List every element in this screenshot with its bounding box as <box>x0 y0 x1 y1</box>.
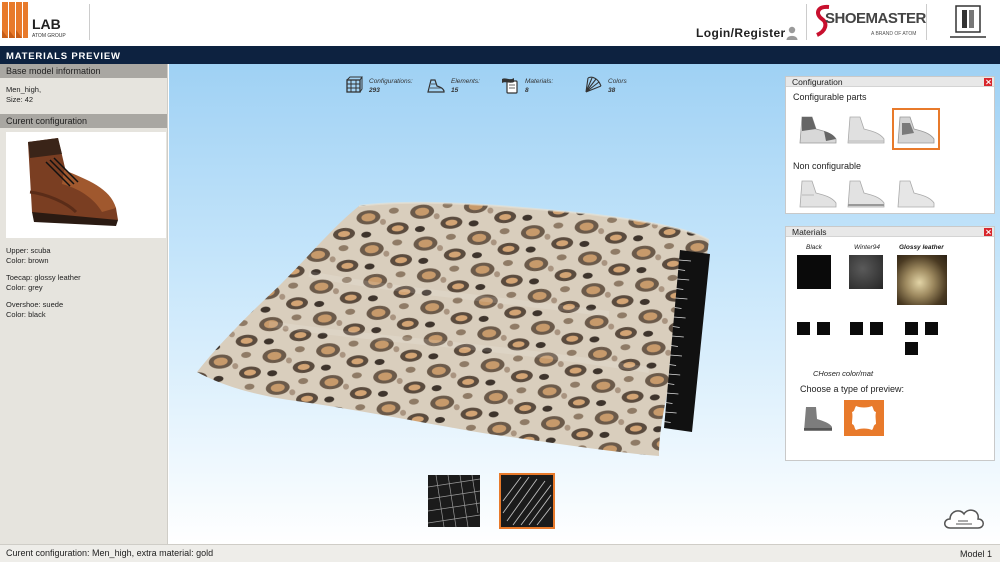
boot-image <box>28 138 118 226</box>
stat-label: Materials: <box>525 78 554 85</box>
configuration-panel-header: Configuration <box>786 77 994 87</box>
shoe-part-toecap-thumb[interactable] <box>844 111 888 147</box>
ruler-scale <box>664 250 710 432</box>
config-item-color: Color: grey <box>6 283 43 292</box>
config-list: Upper: scuba Color: brown Toecap: glossy… <box>0 246 167 320</box>
config-item: Upper: scuba Color: brown <box>0 246 167 266</box>
leather-hide-icon[interactable] <box>846 402 882 434</box>
config-item-part: Upper: scuba <box>6 246 51 255</box>
shoe-part-fixed-thumb <box>799 180 837 208</box>
config-item: Toecap: glossy leather Color: grey <box>0 273 167 293</box>
atom-logo-icon <box>2 2 28 38</box>
configurable-parts-label: Configurable parts <box>793 92 867 102</box>
config-item-color: Color: brown <box>6 256 49 265</box>
model-name: Men_high, <box>6 85 42 94</box>
color-swatch[interactable] <box>905 322 918 335</box>
shoe-preview-image[interactable] <box>6 132 166 238</box>
swatch-label: Winter94 <box>854 244 880 251</box>
material-swatch-winter94[interactable] <box>849 255 883 289</box>
preview-type-label: Choose a type of preview: <box>800 384 905 394</box>
swatch-label: Black <box>806 244 822 251</box>
status-model-label: Model 1 <box>959 549 992 559</box>
stat-label: Colors <box>608 78 627 85</box>
shoe-part-fixed-thumb <box>897 180 935 208</box>
color-swatch[interactable] <box>905 342 918 355</box>
page-title: MATERIALS PREVIEW <box>6 51 121 62</box>
close-icon[interactable] <box>984 228 992 236</box>
stat-value: 38 <box>608 87 616 94</box>
cloud-icon[interactable] <box>940 502 988 534</box>
config-item: Overshoe: suede Color: black <box>0 300 167 320</box>
boot-preview-icon[interactable] <box>800 403 834 433</box>
status-current-config: Curent configuration: Men_high, extra ma… <box>6 548 214 558</box>
config-item-part: Overshoe: suede <box>6 300 64 309</box>
shoe-part-overshoe-thumb[interactable] <box>894 111 938 147</box>
base-model-header: Base model information <box>0 64 167 78</box>
left-info-panel: Base model information Men_high, Size: 4… <box>0 64 168 544</box>
texture-swatch-stripes[interactable] <box>499 473 555 529</box>
swatch-label: Glossy leather <box>899 244 944 251</box>
materials-panel-title: Materials <box>792 227 827 237</box>
logo-lab-text: LAB <box>32 16 61 32</box>
shoe-elements-icon <box>427 79 445 93</box>
color-swatch[interactable] <box>925 322 938 335</box>
stat-value: 293 <box>369 87 380 94</box>
user-icon[interactable] <box>786 26 798 40</box>
status-bar: Curent configuration: Men_high, extra ma… <box>0 544 1000 562</box>
config-item-color: Color: black <box>6 310 46 319</box>
configurations-icon <box>346 76 363 93</box>
header-divider <box>89 4 90 40</box>
current-config-header: Curent configuration <box>0 114 167 128</box>
color-swatch[interactable] <box>850 322 863 335</box>
colors-fan-icon <box>585 76 602 93</box>
login-register-link[interactable]: Login/Register <box>696 26 786 40</box>
stat-label: Configurations: <box>369 78 413 85</box>
model-size: Size: 42 <box>6 95 34 104</box>
material-swatch-glossy-leather[interactable] <box>897 255 947 305</box>
header-divider <box>806 4 807 40</box>
shoe-part-fixed-thumb <box>847 180 885 208</box>
color-swatch[interactable] <box>797 322 810 335</box>
shoemaster-sub-text: A BRAND OF ATOM <box>871 31 917 37</box>
config-item-part: Toecap: glossy leather <box>6 273 81 282</box>
stripes-texture-icon <box>499 473 555 529</box>
material-swatch-black[interactable] <box>797 255 831 289</box>
color-swatch[interactable] <box>870 322 883 335</box>
materials-icon <box>502 78 518 94</box>
materials-panel-header: Materials <box>786 227 994 237</box>
logo-sub-text: ATOM GROUP <box>32 33 66 39</box>
non-configurable-label: Non configurable <box>793 161 862 171</box>
configuration-panel: Configuration Configurable parts Non con… <box>785 76 995 214</box>
shoemaster-logo[interactable]: SHOEMASTER A BRAND OF ATOM <box>813 4 926 40</box>
atom-lab-logo[interactable]: LAB ATOM GROUP <box>2 2 88 42</box>
stat-value: 15 <box>451 87 459 94</box>
partner-logo-icon <box>950 5 986 38</box>
header-divider <box>926 4 927 40</box>
shoe-part-upper-thumb[interactable] <box>796 111 840 147</box>
close-icon[interactable] <box>984 78 992 86</box>
stat-label: Elements: <box>451 78 480 85</box>
chosen-color-label: CHosen color/mat <box>813 369 874 378</box>
stat-value: 8 <box>525 87 529 94</box>
shoemaster-text: SHOEMASTER <box>825 10 926 27</box>
page-title-bar: MATERIALS PREVIEW <box>0 46 1000 64</box>
grid-texture-icon <box>427 474 481 528</box>
materials-panel: Materials Black Winter94 Glossy leather … <box>785 226 995 461</box>
texture-swatch-grid[interactable] <box>426 473 482 529</box>
configuration-panel-title: Configuration <box>792 77 843 87</box>
app-header: LAB ATOM GROUP Login/Register SHOEMASTER… <box>0 0 1000 46</box>
color-swatch[interactable] <box>817 322 830 335</box>
